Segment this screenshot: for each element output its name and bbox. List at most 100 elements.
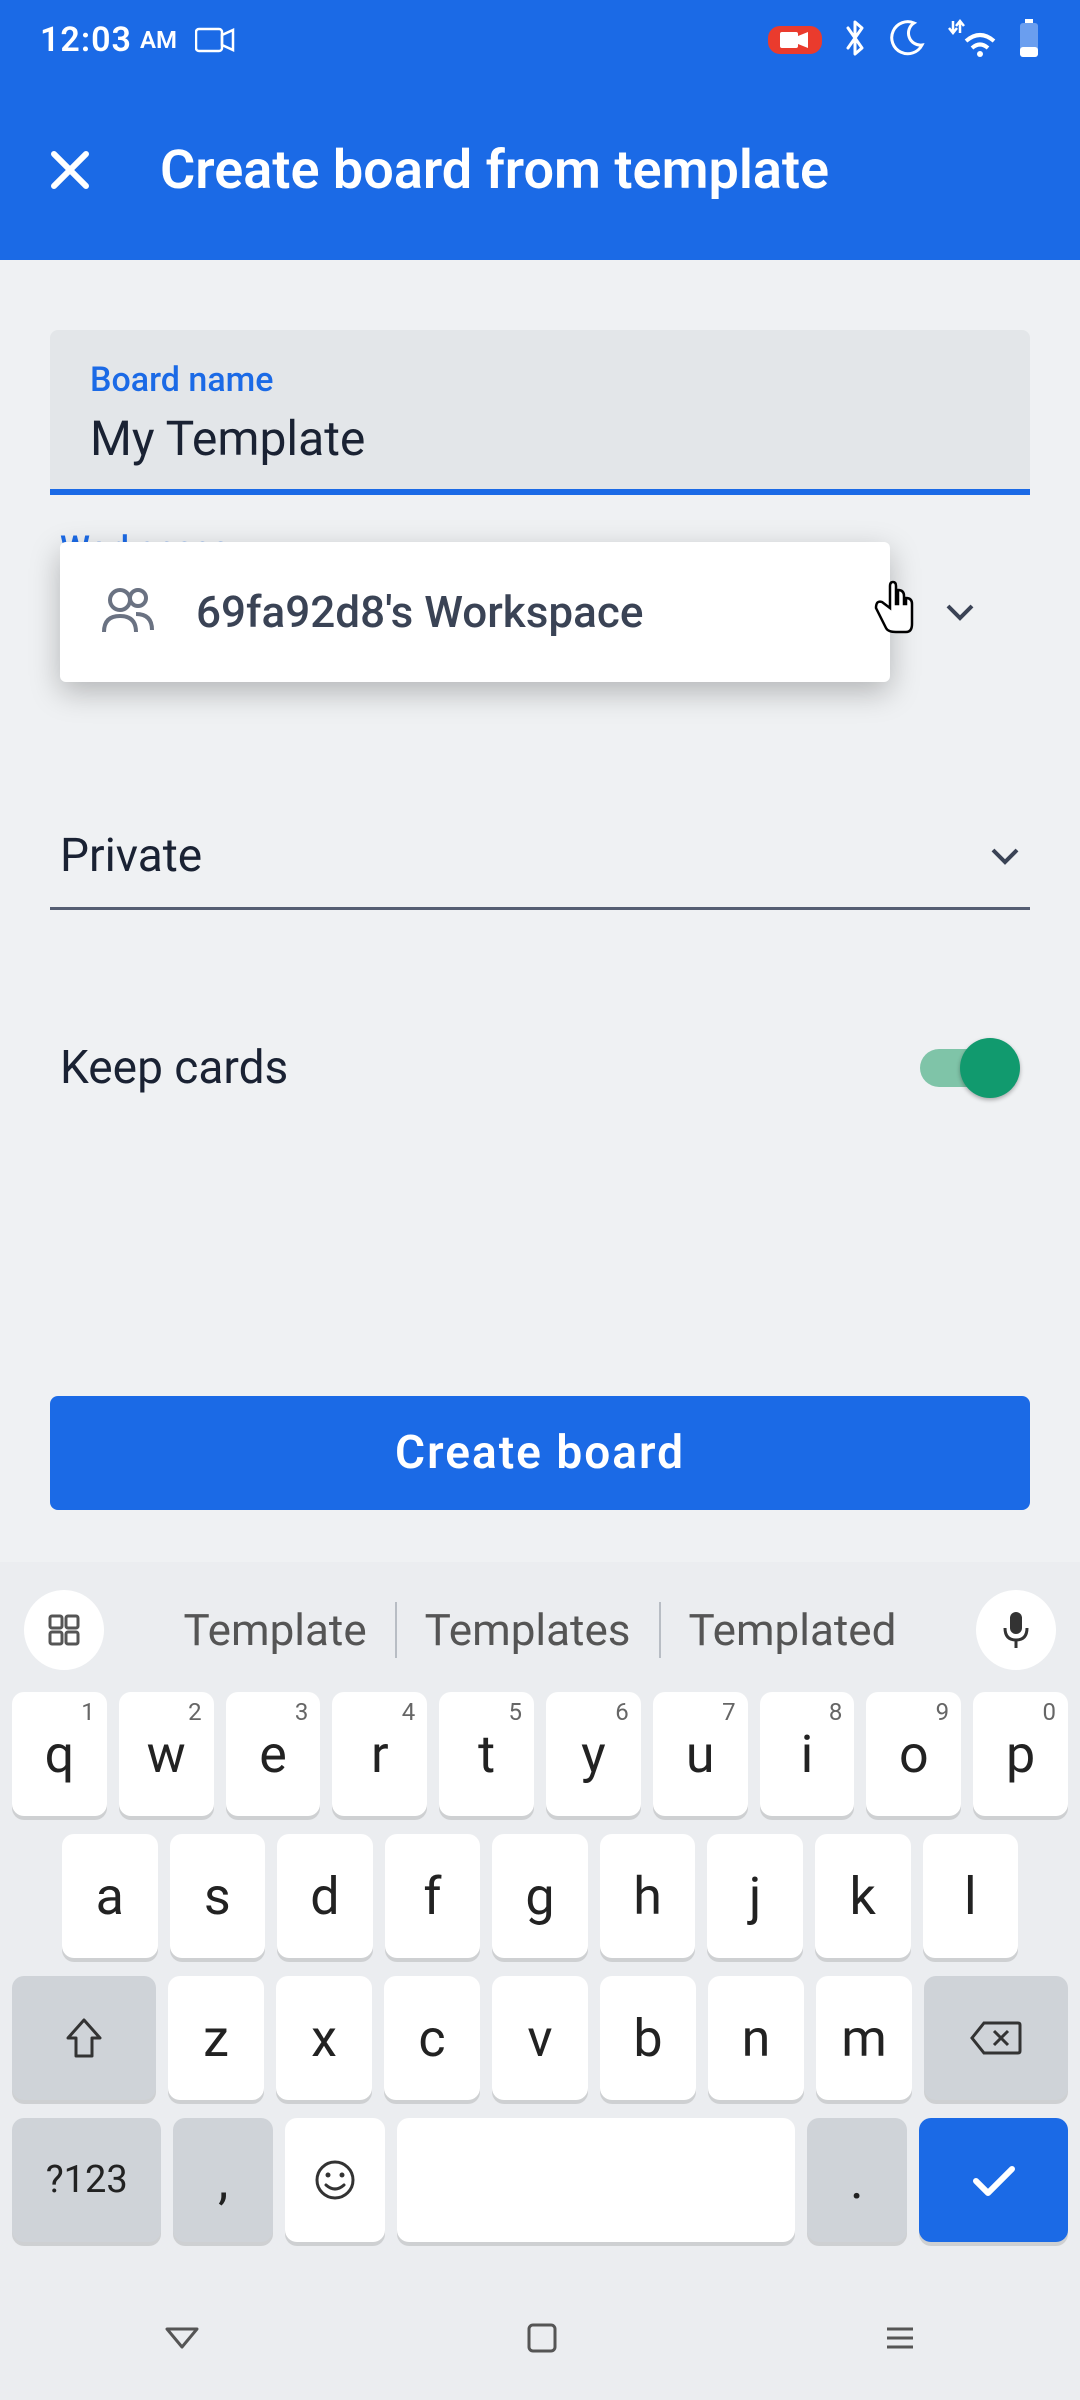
key-row-4: ?123 , . <box>12 2118 1068 2242</box>
comma-key[interactable]: , <box>173 2118 273 2242</box>
comma-label: , <box>218 2150 228 2211</box>
key-e[interactable]: e3 <box>226 1692 321 1816</box>
battery-icon <box>1018 19 1040 61</box>
key-label: u <box>686 1724 715 1785</box>
triangle-down-icon <box>161 2323 203 2353</box>
key-label: r <box>371 1724 389 1785</box>
key-label: f <box>423 1866 441 1927</box>
key-label: q <box>45 1724 75 1785</box>
close-icon <box>46 146 94 194</box>
key-label: x <box>311 2008 337 2069</box>
board-name-input[interactable] <box>90 410 990 467</box>
shift-key[interactable] <box>12 1976 156 2100</box>
keyboard-apps-button[interactable] <box>24 1590 104 1670</box>
create-board-button[interactable]: Create board <box>50 1396 1030 1510</box>
camera-icon <box>195 26 235 54</box>
key-y[interactable]: y6 <box>546 1692 641 1816</box>
space-key[interactable] <box>397 2118 795 2242</box>
emoji-icon <box>313 2158 357 2202</box>
key-label: n <box>742 2008 771 2069</box>
period-key[interactable]: . <box>807 2118 907 2242</box>
key-g[interactable]: g <box>492 1834 588 1958</box>
workspace-option[interactable]: 69fa92d8's Workspace <box>60 542 890 682</box>
board-name-field[interactable]: Board name <box>50 330 1030 495</box>
app-bar: Create board from template <box>0 80 1080 260</box>
backspace-icon <box>970 2019 1022 2057</box>
keep-cards-row: Keep cards <box>50 1040 1030 1096</box>
key-u[interactable]: u7 <box>653 1692 748 1816</box>
key-label: c <box>418 2008 445 2069</box>
cursor-hand-icon <box>870 580 918 640</box>
key-label: a <box>96 1866 124 1927</box>
microphone-icon <box>1001 1610 1031 1650</box>
keyboard-mic-button[interactable] <box>976 1590 1056 1670</box>
key-j[interactable]: j <box>707 1834 803 1958</box>
suggestions: Template Templates Templated <box>104 1602 976 1658</box>
key-x[interactable]: x <box>276 1976 372 2100</box>
soft-keyboard: Template Templates Templated q1w2e3r4t5y… <box>0 1562 1080 2400</box>
backspace-key[interactable] <box>924 1976 1068 2100</box>
chevron-down-icon <box>990 847 1020 865</box>
key-l[interactable]: l <box>923 1834 1019 1958</box>
keep-cards-toggle[interactable] <box>920 1040 1020 1096</box>
key-k[interactable]: k <box>815 1834 911 1958</box>
key-row-2: a s d fghjkl <box>12 1834 1068 1958</box>
suggestion-1[interactable]: Template <box>156 1604 395 1656</box>
key-label: s <box>204 1866 231 1927</box>
key-z[interactable]: z <box>168 1976 264 2100</box>
visibility-dropdown[interactable]: Private <box>50 815 1030 910</box>
square-icon <box>525 2321 559 2355</box>
symbols-key[interactable]: ?123 <box>12 2118 161 2242</box>
key-w[interactable]: w2 <box>119 1692 214 1816</box>
key-rows: q1w2e3r4t5y6u7i8o9p0 asdfghjkl zxcvbnm ?… <box>0 1692 1080 2280</box>
key-b[interactable]: b <box>600 1976 696 2100</box>
key-c[interactable]: c <box>384 1976 480 2100</box>
emoji-key[interactable] <box>285 2118 385 2242</box>
check-icon <box>968 2161 1018 2199</box>
status-ampm: AM <box>140 26 177 54</box>
key-o[interactable]: o9 <box>866 1692 961 1816</box>
key-v[interactable]: v <box>492 1976 588 2100</box>
key-d[interactable]: d <box>277 1834 373 1958</box>
suggestion-2[interactable]: Templates <box>397 1604 659 1656</box>
key-f[interactable]: f <box>385 1834 481 1958</box>
create-board-label: Create board <box>395 1426 685 1480</box>
nav-recent-button[interactable] <box>881 2323 919 2357</box>
wifi-sync-icon <box>946 19 998 61</box>
nav-back-button[interactable] <box>161 2323 203 2357</box>
suggestion-bar: Template Templates Templated <box>0 1580 1080 1692</box>
key-a[interactable]: a <box>62 1834 158 1958</box>
nav-home-button[interactable] <box>525 2321 559 2359</box>
key-label: l <box>964 1866 977 1927</box>
people-icon <box>100 586 156 638</box>
menu-icon <box>881 2323 919 2353</box>
key-sup: 1 <box>81 1698 95 1726</box>
key-label: h <box>633 1866 662 1927</box>
page-title: Create board from template <box>160 139 829 202</box>
key-sup: 6 <box>615 1698 629 1726</box>
keep-cards-label: Keep cards <box>60 1041 288 1095</box>
moon-icon <box>888 19 926 61</box>
close-button[interactable] <box>40 140 100 200</box>
toggle-knob <box>960 1038 1020 1098</box>
key-s[interactable]: s <box>170 1834 266 1958</box>
bluetooth-icon <box>842 18 868 62</box>
suggestion-3[interactable]: Templated <box>661 1604 925 1656</box>
key-row-3: zx cvbn m <box>12 1976 1068 2100</box>
key-p[interactable]: p0 <box>973 1692 1068 1816</box>
record-indicator-icon <box>768 26 822 54</box>
key-n[interactable]: n <box>708 1976 804 2100</box>
key-i[interactable]: i8 <box>760 1692 855 1816</box>
status-bar: 12:03 AM <box>0 0 1080 80</box>
key-label: m <box>841 2008 887 2069</box>
key-m[interactable]: m <box>816 1976 912 2100</box>
key-h[interactable]: h <box>600 1834 696 1958</box>
key-r[interactable]: r4 <box>332 1692 427 1816</box>
key-t[interactable]: t5 <box>439 1692 534 1816</box>
key-q[interactable]: q1 <box>12 1692 107 1816</box>
key-label: d <box>310 1866 339 1927</box>
symbols-key-label: ?123 <box>46 2158 128 2202</box>
workspace-value: 69fa92d8's Workspace <box>196 586 643 638</box>
enter-key[interactable] <box>919 2118 1068 2242</box>
key-sup: 9 <box>936 1698 950 1726</box>
